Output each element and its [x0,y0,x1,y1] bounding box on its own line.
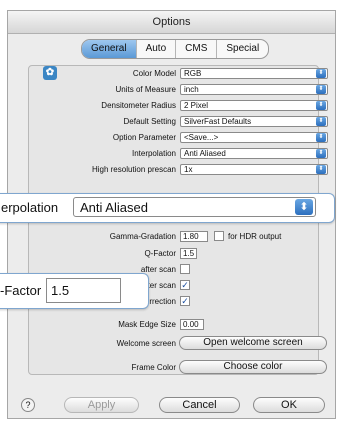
prescan-select[interactable]: 1x ⬍ [180,164,328,175]
row-interpolation: Interpolation Anti Aliased ⬍ [0,148,343,160]
interpolation-label: Interpolation [131,149,176,158]
mask-edge-input[interactable]: 0.00 [180,319,204,330]
popup-arrows-icon: ⬍ [295,199,313,215]
color-model-select[interactable]: RGB ⬍ [180,68,328,79]
densitometer-value: 2 Pixel [184,101,209,110]
tab-auto[interactable]: Auto [137,40,177,58]
popup-arrows-icon: ⬍ [316,133,326,142]
qfactor-label: Q-Factor [144,249,176,258]
option-parameter-value: <Save...> [184,133,219,142]
units-select[interactable]: inch ⬍ [180,84,328,95]
cancel-button[interactable]: Cancel [159,397,240,413]
welcome-label: Welcome screen [116,339,176,348]
qfactor-zoom-input[interactable]: 1.5 [46,278,121,303]
after-scan-2-checkbox[interactable]: ✓ [180,280,190,290]
row-units: Units of Measure inch ⬍ [0,84,343,96]
popup-arrows-icon: ⬍ [316,69,326,78]
color-model-value: RGB [184,69,202,78]
open-welcome-screen-button[interactable]: Open welcome screen [179,336,327,350]
interpolation-zoom-callout: erpolation Anti Aliased ⬍ [0,193,335,223]
hdr-checkbox[interactable] [214,231,224,241]
popup-arrows-icon: ⬍ [316,165,326,174]
help-button[interactable]: ? [21,398,35,412]
hdr-label: for HDR output [228,232,282,241]
qfactor-zoom-label: -Factor [0,283,42,298]
prescan-label: High resolution prescan [91,165,176,174]
correction-checkbox[interactable]: ✓ [180,296,190,306]
popup-arrows-icon: ⬍ [316,85,326,94]
ok-button[interactable]: OK [253,397,325,413]
qfactor-input[interactable]: 1.5 [180,248,197,259]
densitometer-select[interactable]: 2 Pixel ⬍ [180,100,328,111]
tab-special[interactable]: Special [217,40,268,58]
row-color-model: Color Model RGB ⬍ [0,68,343,80]
frame-color-label: Frame Color [131,363,176,372]
popup-arrows-icon: ⬍ [316,117,326,126]
interpolation-zoom-label: erpolation [1,200,59,215]
interpolation-zoom-select[interactable]: Anti Aliased ⬍ [73,197,316,217]
interpolation-value: Anti Aliased [184,149,226,158]
row-option-parameter: Option Parameter <Save...> ⬍ [0,132,343,144]
units-value: inch [184,85,199,94]
option-parameter-select[interactable]: <Save...> ⬍ [180,132,328,143]
default-setting-select[interactable]: SilverFast Defaults ⬍ [180,116,328,127]
row-densitometer: Densitometer Radius 2 Pixel ⬍ [0,100,343,112]
row-prescan: High resolution prescan 1x ⬍ [0,164,343,176]
choose-color-button[interactable]: Choose color [179,360,327,374]
tab-cms[interactable]: CMS [176,40,218,58]
after-scan-1-checkbox[interactable] [180,264,190,274]
gamma-input[interactable]: 1.80 [180,231,208,242]
apply-button[interactable]: Apply [64,397,139,413]
color-model-label: Color Model [132,69,176,78]
row-gamma: Gamma-Gradation 1.80 for HDR output [0,231,343,243]
qfactor-zoom-callout: -Factor 1.5 [0,273,149,309]
mask-edge-label: Mask Edge Size [118,320,176,329]
popup-arrows-icon: ⬍ [316,149,326,158]
row-default-setting: Default Setting SilverFast Defaults ⬍ [0,116,343,128]
qfactor-zoom-value: 1.5 [51,283,70,298]
default-setting-label: Default Setting [123,117,176,126]
option-parameter-label: Option Parameter [112,133,176,142]
tab-bar: General Auto CMS Special [81,39,270,59]
prescan-value: 1x [184,165,193,174]
default-setting-value: SilverFast Defaults [184,117,252,126]
interpolation-zoom-value: Anti Aliased [80,200,148,215]
popup-arrows-icon: ⬍ [316,101,326,110]
interpolation-select[interactable]: Anti Aliased ⬍ [180,148,328,159]
units-label: Units of Measure [115,85,176,94]
row-qfactor: Q-Factor 1.5 [0,248,343,260]
tab-general[interactable]: General [82,40,137,58]
gamma-label: Gamma-Gradation [109,232,176,241]
densitometer-label: Densitometer Radius [101,101,176,110]
window-title: Options [8,11,335,34]
row-mask-edge: Mask Edge Size 0.00 [0,319,343,331]
